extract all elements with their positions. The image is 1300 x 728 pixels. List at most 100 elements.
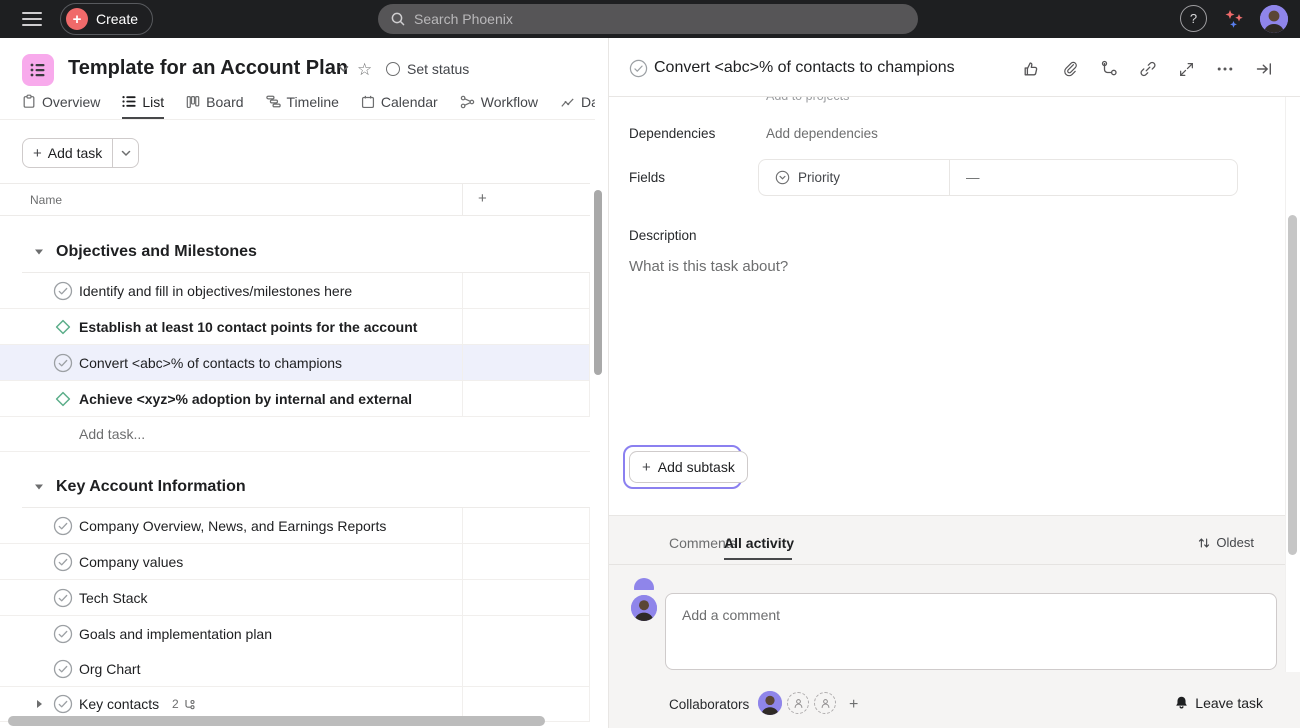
tab-label: Board: [206, 94, 243, 110]
tab-workflow[interactable]: Workflow: [460, 92, 538, 119]
help-button[interactable]: ?: [1180, 5, 1207, 32]
tab-list[interactable]: List: [122, 92, 164, 119]
add-task-caret-button[interactable]: [112, 139, 138, 167]
tab-label: Timeline: [287, 94, 339, 110]
add-subtask-button[interactable]: + Add subtask: [629, 451, 748, 483]
set-status-button[interactable]: Set status: [386, 61, 469, 77]
tab-timeline[interactable]: Timeline: [266, 92, 339, 119]
leave-task-button[interactable]: Leave task: [1174, 695, 1263, 711]
priority-field[interactable]: Priority: [759, 160, 950, 195]
vertical-scrollbar-thumb[interactable]: [1288, 215, 1297, 555]
sort-button[interactable]: Oldest: [1197, 535, 1254, 550]
check-circle-icon[interactable]: [53, 659, 73, 679]
vertical-scrollbar-thumb[interactable]: [594, 190, 602, 375]
status-circle-icon: [386, 62, 400, 76]
topbar: + Create Search Phoenix ?: [0, 0, 1300, 38]
project-icon[interactable]: [22, 54, 54, 86]
subtask-count: 2: [172, 697, 179, 711]
tab-all-activity[interactable]: All activity: [724, 535, 794, 551]
task-row[interactable]: Company values: [0, 544, 590, 580]
detail-header-actions: [1022, 60, 1273, 78]
add-task-button[interactable]: + Add task: [23, 139, 112, 167]
star-icon[interactable]: ☆: [357, 60, 372, 80]
collaborator-placeholder[interactable]: [787, 692, 809, 714]
check-circle-icon[interactable]: [53, 281, 73, 301]
like-icon[interactable]: [1022, 60, 1040, 78]
tabs-divider: [609, 564, 1285, 565]
add-task-split-button: + Add task: [22, 138, 139, 168]
section-header[interactable]: Key Account Information: [0, 466, 590, 508]
check-circle-icon[interactable]: [53, 624, 73, 644]
add-subtask-label: Add subtask: [658, 459, 735, 475]
column-divider: [462, 184, 463, 215]
add-to-projects-link[interactable]: Add to projects: [766, 97, 849, 103]
check-circle-icon[interactable]: [53, 588, 73, 608]
person-icon: [792, 697, 805, 710]
tab-dashboard[interactable]: Dashb: [560, 92, 595, 119]
person-icon: [819, 697, 832, 710]
comment-input[interactable]: Add a comment: [665, 593, 1277, 670]
subtask-icon: [183, 699, 195, 710]
sort-label: Oldest: [1216, 535, 1254, 550]
task-row[interactable]: Goals and implementation plan: [0, 616, 590, 652]
more-options-icon[interactable]: [1216, 60, 1234, 78]
section-header[interactable]: Objectives and Milestones: [0, 230, 590, 273]
add-collaborator-button[interactable]: +: [849, 696, 858, 714]
create-button-label: Create: [96, 11, 138, 27]
expand-triangle-icon[interactable]: [36, 699, 43, 709]
task-title: Tech Stack: [79, 590, 147, 606]
collapse-triangle-icon[interactable]: [34, 248, 44, 256]
tab-board[interactable]: Board: [186, 92, 243, 119]
chevron-down-icon[interactable]: [338, 65, 349, 73]
collaborator-avatar[interactable]: [758, 691, 782, 715]
horizontal-scrollbar-thumb[interactable]: [8, 716, 545, 726]
add-task-row[interactable]: Add task...: [0, 417, 590, 452]
task-row-selected[interactable]: Convert <abc>% of contacts to champions: [0, 345, 590, 381]
milestone-diamond-icon[interactable]: [55, 391, 71, 407]
search-input[interactable]: Search Phoenix: [378, 4, 918, 34]
search-icon: [390, 11, 406, 27]
ai-sparkles-icon[interactable]: [1219, 8, 1245, 32]
check-circle-icon[interactable]: [53, 516, 73, 536]
tab-overview[interactable]: Overview: [22, 92, 100, 119]
sidebar-toggle-icon[interactable]: [22, 12, 42, 26]
add-task-label: Add task: [48, 145, 102, 161]
expand-icon[interactable]: [1178, 61, 1195, 78]
tab-calendar[interactable]: Calendar: [361, 92, 438, 119]
priority-field-value[interactable]: —: [950, 160, 1237, 195]
task-title: Convert <abc>% of contacts to champions: [79, 355, 342, 371]
collapse-triangle-icon[interactable]: [34, 483, 44, 491]
description-input[interactable]: What is this task about?: [629, 258, 788, 275]
user-avatar[interactable]: [1260, 5, 1288, 33]
task-row[interactable]: Identify and fill in objectives/mileston…: [0, 273, 590, 309]
task-row[interactable]: Establish at least 10 contact points for…: [0, 309, 590, 345]
milestone-diamond-icon[interactable]: [55, 319, 71, 335]
detail-task-title: Convert <abc>% of contacts to champions: [654, 59, 955, 77]
task-row[interactable]: Org Chart: [0, 651, 590, 687]
task-row[interactable]: Tech Stack: [0, 580, 590, 616]
app-window: + Create Search Phoenix ? Template for a…: [0, 0, 1300, 728]
collaborator-placeholder[interactable]: [814, 692, 836, 714]
project-tabbar: Overview List Board Timeline Calendar Wo…: [0, 92, 595, 120]
scrollbar-track[interactable]: [1285, 97, 1300, 672]
add-column-button[interactable]: +: [478, 190, 487, 207]
fields-label: Fields: [629, 170, 665, 185]
sort-icon: [1197, 536, 1211, 550]
collapse-pane-icon[interactable]: [1255, 60, 1273, 78]
active-tab-underline: [724, 558, 792, 560]
priority-field-label: Priority: [798, 170, 840, 185]
task-row[interactable]: Company Overview, News, and Earnings Rep…: [0, 508, 590, 544]
check-circle-icon[interactable]: [53, 552, 73, 572]
link-icon[interactable]: [1139, 60, 1157, 78]
subtask-icon[interactable]: [1100, 60, 1118, 78]
bell-icon: [1174, 695, 1189, 711]
check-circle-icon[interactable]: [53, 694, 73, 714]
collaborators-label: Collaborators: [669, 697, 749, 712]
create-button[interactable]: + Create: [60, 3, 153, 35]
attachment-icon[interactable]: [1061, 60, 1079, 78]
check-circle-icon[interactable]: [629, 59, 648, 78]
task-row[interactable]: Achieve <xyz>% adoption by internal and …: [0, 381, 590, 417]
add-dependencies-button[interactable]: Add dependencies: [766, 126, 878, 141]
tab-label: List: [142, 94, 164, 110]
check-circle-icon[interactable]: [53, 353, 73, 373]
